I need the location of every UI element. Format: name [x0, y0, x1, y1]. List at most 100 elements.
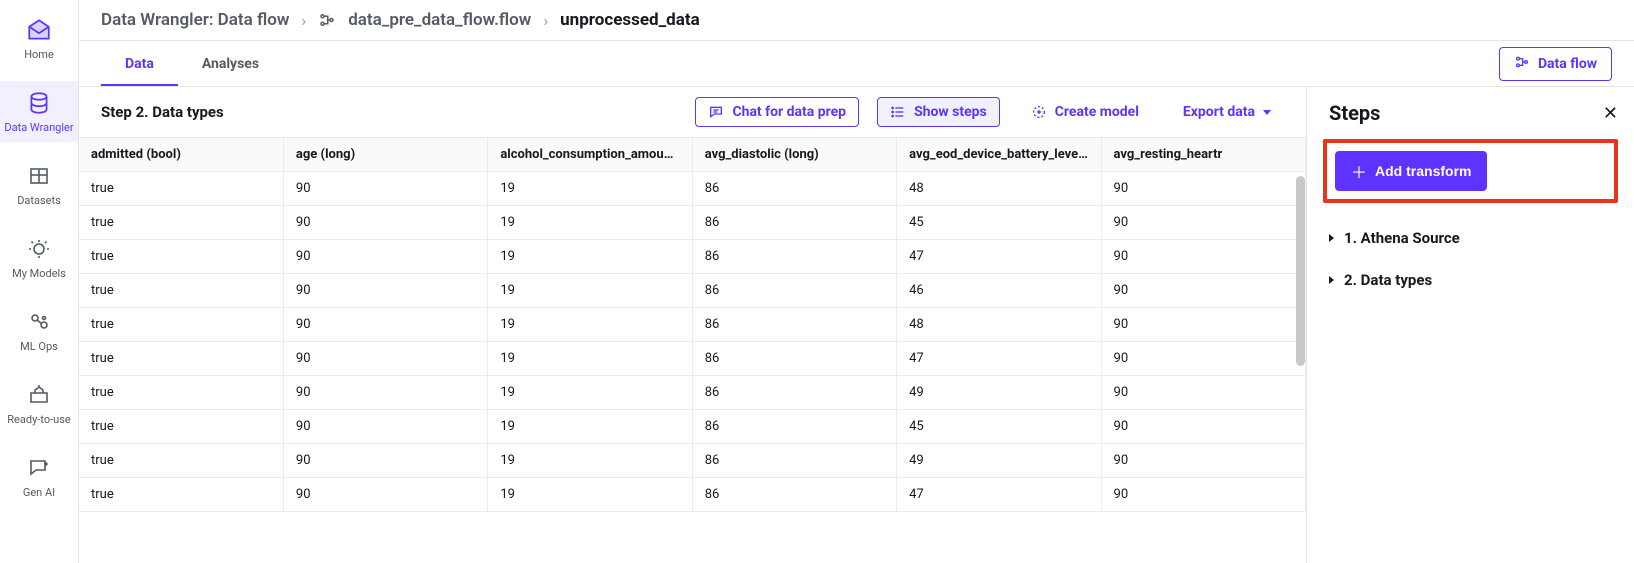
- nav-gen-ai[interactable]: Gen AI: [0, 446, 78, 507]
- breadcrumb-flow[interactable]: data_pre_data_flow.flow: [348, 10, 531, 30]
- nav-label: ML Ops: [20, 340, 58, 353]
- show-steps-button[interactable]: Show steps: [877, 97, 1000, 127]
- table-cell: 90: [283, 410, 487, 444]
- table-cell: true: [79, 274, 283, 308]
- table-row[interactable]: true9019864790: [79, 342, 1306, 376]
- table-cell: 19: [488, 308, 692, 342]
- database-icon: [25, 89, 53, 117]
- table-cell: 86: [692, 240, 896, 274]
- table-cell: 86: [692, 206, 896, 240]
- table-cell: true: [79, 172, 283, 206]
- table-cell: 90: [283, 206, 487, 240]
- nav-datasets[interactable]: Datasets: [0, 154, 78, 215]
- table-cell: 90: [283, 444, 487, 478]
- chat-label: Chat for data prep: [732, 104, 846, 120]
- tab-row: Data Analyses Data flow: [79, 41, 1634, 87]
- table-cell: 19: [488, 376, 692, 410]
- table-cell: 90: [283, 342, 487, 376]
- breadcrumb-node[interactable]: unprocessed_data: [560, 10, 700, 30]
- table-cell: 90: [1101, 172, 1305, 206]
- nav-data-wrangler[interactable]: Data Wrangler: [0, 81, 78, 142]
- chat-for-data-prep-button[interactable]: Chat for data prep: [695, 97, 859, 127]
- table-row[interactable]: true9019864790: [79, 240, 1306, 274]
- nav-label: Data Wrangler: [4, 121, 73, 134]
- table-cell: 90: [283, 240, 487, 274]
- plus-icon: ＋: [1351, 159, 1367, 183]
- table-cell: 90: [1101, 376, 1305, 410]
- data-flow-button[interactable]: Data flow: [1499, 47, 1612, 81]
- steps-title: Steps: [1329, 101, 1380, 125]
- table-cell: 86: [692, 478, 896, 512]
- nav-home[interactable]: Home: [0, 8, 78, 69]
- nav-my-models[interactable]: My Models: [0, 227, 78, 288]
- step-item-2[interactable]: 2. Data types: [1329, 259, 1618, 301]
- table-cell: 86: [692, 308, 896, 342]
- flow-icon: [318, 11, 336, 29]
- table-cell: 49: [897, 444, 1101, 478]
- create-model-button[interactable]: Create model: [1018, 97, 1152, 127]
- column-header[interactable]: avg_diastolic (long): [692, 138, 896, 172]
- nav-label: Gen AI: [23, 486, 55, 499]
- highlight-box: ＋ Add transform: [1323, 139, 1618, 203]
- column-header[interactable]: age (long): [283, 138, 487, 172]
- table-row[interactable]: true9019864890: [79, 308, 1306, 342]
- table-cell: 86: [692, 172, 896, 206]
- chat-sparkle-icon: [25, 454, 53, 482]
- table-row[interactable]: true9019864990: [79, 444, 1306, 478]
- table-row[interactable]: true9019864690: [79, 274, 1306, 308]
- nav-label: My Models: [12, 267, 66, 280]
- bulb-icon: [25, 235, 53, 263]
- table-row[interactable]: true9019864590: [79, 206, 1306, 240]
- nav-ready-to-use[interactable]: Ready-to-use: [0, 373, 78, 434]
- table-cell: true: [79, 206, 283, 240]
- caret-down-icon: [1263, 110, 1271, 115]
- table-cell: 90: [1101, 478, 1305, 512]
- table-cell: 19: [488, 274, 692, 308]
- create-model-label: Create model: [1055, 104, 1139, 120]
- caret-right-icon: [1329, 276, 1334, 284]
- table-row[interactable]: true9019864990: [79, 376, 1306, 410]
- column-header[interactable]: avg_eod_device_battery_level (lo: [897, 138, 1101, 172]
- chevron-right-icon: ›: [543, 11, 548, 30]
- table-cell: 90: [283, 308, 487, 342]
- breadcrumb-root[interactable]: Data Wrangler: Data flow: [101, 10, 289, 30]
- table-row[interactable]: true9019864890: [79, 172, 1306, 206]
- table-cell: 90: [1101, 274, 1305, 308]
- table-cell: 49: [897, 376, 1101, 410]
- table-cell: 48: [897, 308, 1101, 342]
- table-cell: 90: [1101, 308, 1305, 342]
- table-cell: 90: [283, 172, 487, 206]
- table-cell: 47: [897, 342, 1101, 376]
- table-cell: 90: [283, 478, 487, 512]
- data-table: admitted (bool)age (long)alcohol_consump…: [79, 137, 1306, 563]
- column-header[interactable]: avg_resting_heartr: [1101, 138, 1305, 172]
- tab-analyses[interactable]: Analyses: [178, 42, 283, 86]
- table-row[interactable]: true9019864790: [79, 478, 1306, 512]
- add-transform-button[interactable]: ＋ Add transform: [1335, 151, 1487, 191]
- step-item-1[interactable]: 1. Athena Source: [1329, 217, 1618, 259]
- close-icon[interactable]: ✕: [1603, 103, 1618, 124]
- export-data-label: Export data: [1183, 104, 1255, 120]
- table-cell: 90: [1101, 444, 1305, 478]
- vertical-scrollbar[interactable]: [1296, 176, 1305, 366]
- box-arrow-icon: [25, 381, 53, 409]
- table-cell: 90: [1101, 240, 1305, 274]
- export-data-button[interactable]: Export data: [1170, 97, 1284, 127]
- table-cell: 46: [897, 274, 1101, 308]
- table-cell: 45: [897, 206, 1101, 240]
- table-cell: 19: [488, 410, 692, 444]
- nav-ml-ops[interactable]: ML Ops: [0, 300, 78, 361]
- add-transform-label: Add transform: [1375, 163, 1471, 179]
- table-row[interactable]: true9019864590: [79, 410, 1306, 444]
- tab-data[interactable]: Data: [101, 42, 178, 86]
- table-cell: 47: [897, 240, 1101, 274]
- table-cell: true: [79, 376, 283, 410]
- chevron-right-icon: ›: [301, 11, 306, 30]
- table-cell: 90: [1101, 206, 1305, 240]
- column-header[interactable]: alcohol_consumption_amount (lo: [488, 138, 692, 172]
- table-cell: 19: [488, 444, 692, 478]
- column-header[interactable]: admitted (bool): [79, 138, 283, 172]
- table-cell: 86: [692, 444, 896, 478]
- table-icon: [25, 162, 53, 190]
- table-cell: 47: [897, 478, 1101, 512]
